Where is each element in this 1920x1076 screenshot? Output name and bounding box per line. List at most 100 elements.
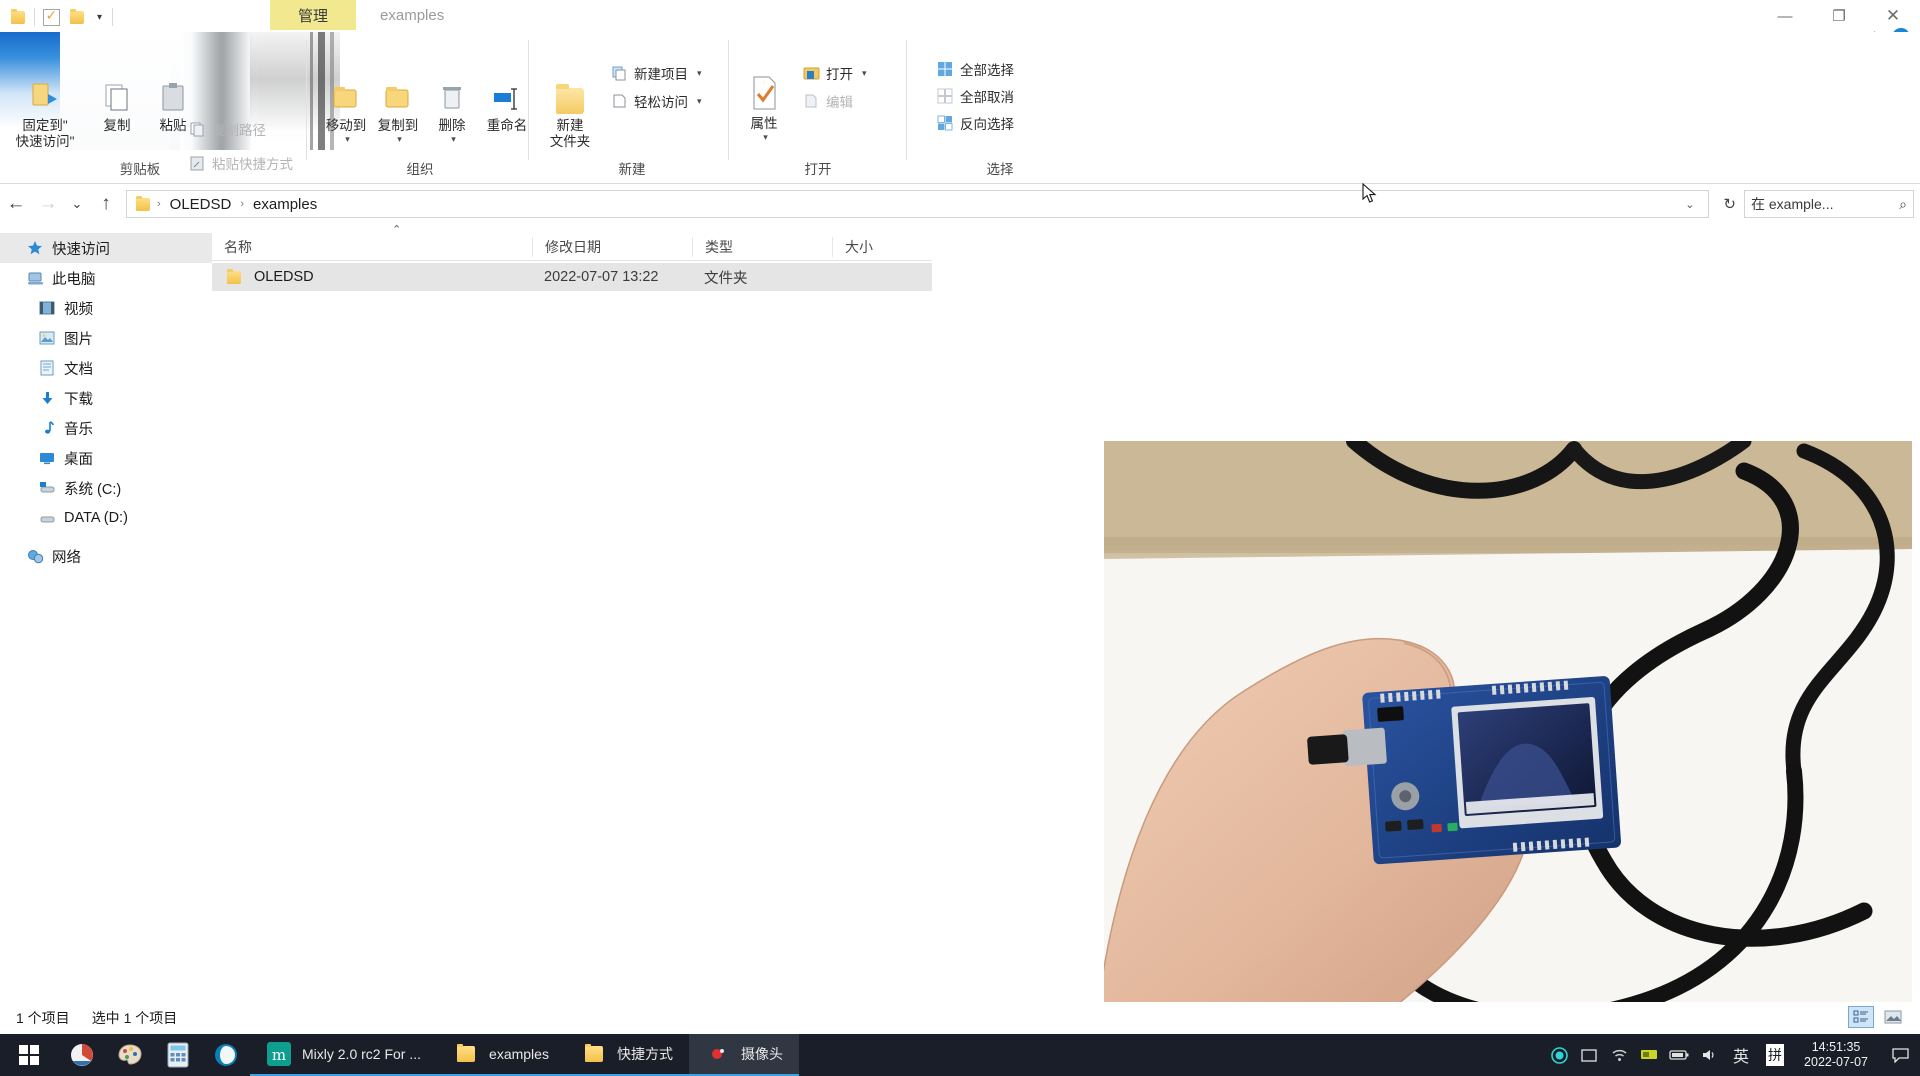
refresh-button[interactable]: ↻: [1715, 195, 1744, 213]
copy-button[interactable]: 复制: [90, 68, 144, 134]
tab-examples[interactable]: examples: [356, 0, 469, 30]
search-icon[interactable]: ⌕: [1899, 196, 1907, 213]
sidebar-label-documents: 文档: [64, 361, 93, 378]
invert-selection-icon: [936, 114, 954, 132]
invert-selection-button[interactable]: 反向选择: [936, 110, 1014, 136]
volume-icon[interactable]: [1694, 1048, 1724, 1062]
back-button[interactable]: ←: [0, 189, 32, 219]
chevron-down-icon[interactable]: ▾: [93, 12, 106, 23]
taskbar-task-mixly[interactable]: m Mixly 2.0 rc2 For ...: [250, 1034, 438, 1076]
breadcrumb-item-examples[interactable]: examples: [248, 194, 322, 215]
thumbnail-view-icon[interactable]: [1880, 1006, 1906, 1028]
sidebar-item-videos[interactable]: 视频: [0, 293, 212, 323]
select-none-button[interactable]: 全部取消: [936, 83, 1014, 109]
column-header-modified[interactable]: 修改日期: [532, 236, 692, 257]
select-all-button[interactable]: 全部选择: [936, 56, 1014, 82]
sidebar-item-network[interactable]: 网络: [0, 541, 212, 571]
ime-language-indicator[interactable]: 英: [1724, 1043, 1758, 1067]
easy-access-dropdown-icon[interactable]: ▾: [697, 96, 702, 107]
recent-locations-button[interactable]: ⌄: [64, 189, 90, 219]
breadcrumb-item-oledsd[interactable]: OLEDSD: [165, 194, 237, 215]
easy-access-button[interactable]: 轻松访问 ▾: [610, 88, 702, 114]
properties-button[interactable]: 属性 ▾: [734, 66, 794, 143]
desktop: ▾ 管理 examples — ❐ ✕ ⌃ ?: [0, 0, 1920, 1076]
windows-start-icon[interactable]: [0, 1034, 58, 1076]
folder-icon[interactable]: [8, 7, 28, 27]
pin-label-line2: 快速访问": [15, 134, 75, 149]
taskbar-task-camera[interactable]: 摄像头: [688, 1034, 799, 1076]
breadcrumb-folder-icon: [133, 194, 153, 214]
pinned-app-browser[interactable]: [202, 1034, 250, 1076]
open-dropdown-icon[interactable]: ▾: [862, 68, 867, 79]
up-button[interactable]: ↑: [90, 189, 122, 219]
checkbox-icon[interactable]: [41, 7, 61, 27]
sidebar-label-this-pc: 此电脑: [52, 271, 96, 288]
pin-to-quick-access-button[interactable]: 固定到" 快速访问": [2, 68, 88, 150]
sidebar-item-documents[interactable]: 文档: [0, 353, 212, 383]
new-item-dropdown-icon[interactable]: ▾: [697, 68, 702, 79]
star-icon: [26, 239, 44, 257]
cortana-icon[interactable]: [1544, 1046, 1574, 1064]
paste-shortcut-button[interactable]: 粘贴快捷方式: [188, 150, 293, 176]
display-icon[interactable]: [1634, 1048, 1664, 1062]
new-item-button[interactable]: 新建项目 ▾: [610, 60, 702, 86]
details-view-icon[interactable]: [1848, 1006, 1874, 1028]
clock[interactable]: 14:51:35 2022-07-07: [1792, 1040, 1880, 1070]
ime-mode-indicator[interactable]: 拼: [1758, 1044, 1792, 1066]
maximize-button[interactable]: ❐: [1812, 0, 1866, 32]
ribbon-group-new: 新建 文件夹 新建项目 ▾ 轻松访问 ▾ 新建: [532, 32, 732, 182]
sidebar-item-music[interactable]: 音乐: [0, 413, 212, 443]
tab-manage[interactable]: 管理: [270, 0, 357, 30]
breadcrumb[interactable]: › OLEDSD › examples ⌄: [126, 190, 1710, 218]
sidebar-item-drive-d[interactable]: DATA (D:): [0, 503, 212, 533]
properties-icon: [734, 66, 794, 112]
pinned-app-paint[interactable]: [106, 1034, 154, 1076]
table-row[interactable]: OLEDSD 2022-07-07 13:22 文件夹: [212, 263, 932, 291]
delete-button[interactable]: 删除 ▾: [426, 68, 478, 145]
sidebar-item-drive-c[interactable]: 系统 (C:): [0, 473, 212, 503]
invert-selection-label: 反向选择: [960, 117, 1014, 132]
sidebar-item-quick-access[interactable]: 快速访问: [0, 233, 212, 263]
sidebar-item-this-pc[interactable]: 此电脑: [0, 263, 212, 293]
breadcrumb-separator-0[interactable]: ›: [155, 198, 163, 210]
properties-dropdown-icon[interactable]: ▾: [737, 132, 794, 143]
sidebar-item-downloads[interactable]: 下载: [0, 383, 212, 413]
battery-icon[interactable]: [1664, 1049, 1694, 1061]
breadcrumb-separator-1[interactable]: ›: [238, 198, 246, 210]
move-to-button[interactable]: 移动到 ▾: [318, 68, 374, 145]
search-input[interactable]: 在 example... ⌕: [1744, 190, 1914, 218]
sidebar-item-desktop[interactable]: 桌面: [0, 443, 212, 473]
camera-preview[interactable]: [1104, 441, 1912, 1037]
move-to-dropdown-icon[interactable]: ▾: [321, 134, 374, 145]
copy-path-button[interactable]: 复制路径: [188, 116, 266, 142]
properties-label: 属性: [750, 116, 778, 131]
taskbar-label-examples: examples: [489, 1046, 549, 1062]
new-folder-button[interactable]: 新建 文件夹: [538, 68, 602, 150]
open-button[interactable]: 打开 ▾: [802, 60, 867, 86]
search-placeholder: 在 example...: [1751, 196, 1834, 212]
file-type: 文件夹: [704, 270, 748, 287]
column-header-name[interactable]: 名称: [212, 237, 532, 257]
taskbar-task-examples[interactable]: examples: [437, 1034, 565, 1076]
pinned-app-calculator[interactable]: [154, 1034, 202, 1076]
taskbar-task-shortcut[interactable]: 快捷方式: [564, 1034, 689, 1076]
minimize-button[interactable]: —: [1758, 0, 1812, 32]
folder-icon-2[interactable]: [67, 7, 87, 27]
taskview-icon[interactable]: [1574, 1048, 1604, 1063]
address-bar: ← → ⌄ ↑ › OLEDSD › examples ⌄ ↻ 在 exampl…: [0, 185, 1920, 223]
pinned-app-wps[interactable]: [58, 1034, 106, 1076]
column-header-type[interactable]: 类型: [692, 236, 832, 257]
column-header-size[interactable]: 大小: [832, 236, 932, 257]
sidebar-item-pictures[interactable]: 图片: [0, 323, 212, 353]
move-to-label: 移动到: [325, 118, 367, 133]
sidebar-label-network: 网络: [52, 549, 81, 566]
group-separator-4: [906, 40, 907, 160]
breadcrumb-dropdown-icon[interactable]: ⌄: [1677, 198, 1702, 211]
copy-to-dropdown-icon[interactable]: ▾: [373, 134, 426, 145]
copy-to-button[interactable]: 复制到 ▾: [370, 68, 426, 145]
notification-icon[interactable]: [1880, 1047, 1920, 1063]
edit-button[interactable]: 编辑: [802, 88, 853, 114]
wifi-icon[interactable]: [1604, 1048, 1634, 1062]
delete-dropdown-icon[interactable]: ▾: [429, 134, 478, 145]
forward-button[interactable]: →: [32, 189, 64, 219]
